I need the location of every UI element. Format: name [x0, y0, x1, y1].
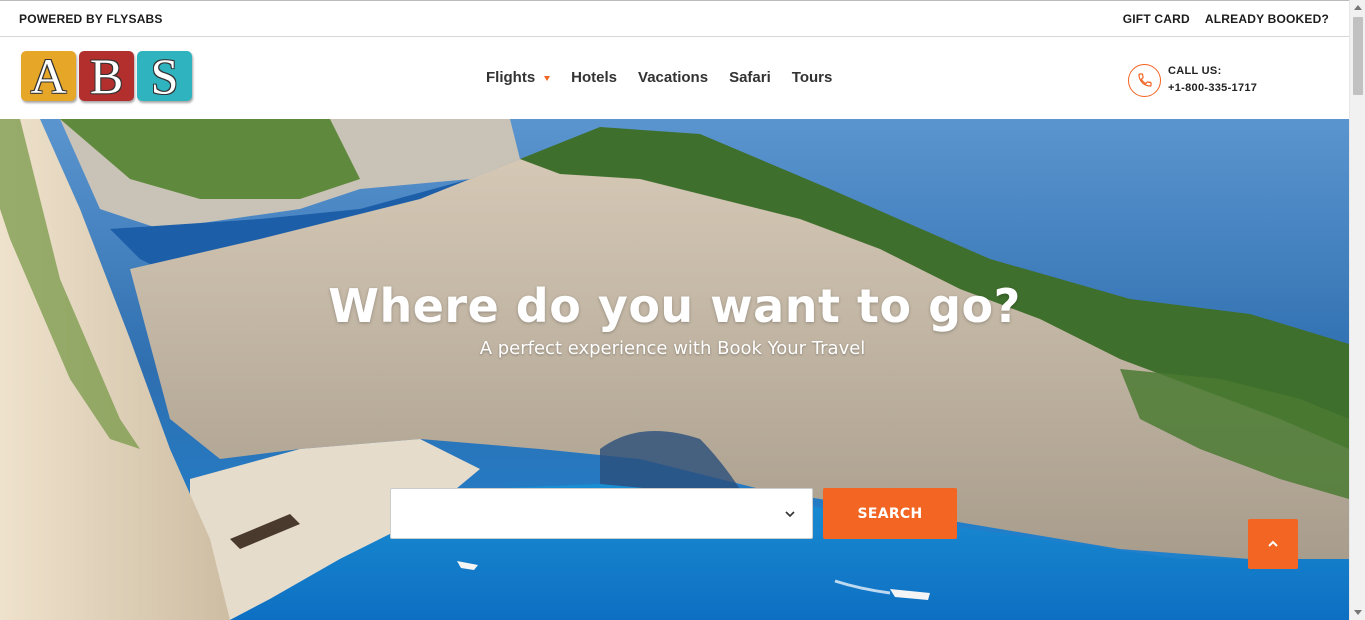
nav-item-label: Tours — [791, 69, 833, 86]
top-links: GIFT CARD ALREADY BOOKED? — [1123, 12, 1329, 26]
hero-subtitle: A perfect experience with Book Your Trav… — [479, 338, 866, 359]
page-scrollbar[interactable] — [1349, 0, 1365, 620]
chevron-down-icon — [785, 511, 795, 518]
nav-item-flights[interactable]: Flights — [486, 69, 551, 86]
already-booked-link[interactable]: ALREADY BOOKED? — [1205, 12, 1329, 26]
call-us-label: CALL US: — [1168, 65, 1222, 77]
logo-letter-b: B — [79, 51, 134, 101]
nav-item-label: Hotels — [571, 69, 618, 86]
hero-title: Where do you want to go? — [328, 279, 1021, 333]
scroll-down-arrow-icon[interactable] — [1354, 610, 1362, 615]
logo-letter-s: S — [137, 51, 192, 101]
scroll-to-top-button[interactable] — [1248, 519, 1298, 569]
hero-background-image — [0, 119, 1349, 620]
nav-item-label: Vacations — [638, 69, 709, 86]
hero-banner: Where do you want to go? A perfect exper… — [0, 119, 1349, 620]
abs-logo[interactable]: A B S — [21, 51, 192, 101]
call-us[interactable]: CALL US: +1-800-335-1717 — [1128, 63, 1257, 97]
logo-letter-a: A — [21, 51, 76, 101]
dropdown-caret-icon — [544, 75, 551, 81]
nav-item-label: Flights — [486, 69, 536, 86]
chevron-up-icon — [1268, 540, 1278, 547]
gift-card-link[interactable]: GIFT CARD — [1123, 12, 1190, 26]
nav-item-tours[interactable]: Tours — [792, 69, 833, 86]
search-button[interactable]: SEARCH — [823, 488, 957, 539]
nav-item-label: Safari — [729, 69, 771, 86]
scroll-up-arrow-icon[interactable] — [1354, 5, 1362, 10]
main-nav: Flights Hotels Vacations Safari Tours — [486, 69, 853, 86]
site-header: A B S Flights Hotels Vacations Safari To… — [0, 37, 1349, 119]
phone-icon — [1128, 63, 1161, 97]
powered-by-label: POWERED BY FLYSABS — [19, 11, 163, 26]
top-utility-bar: POWERED BY FLYSABS GIFT CARD ALREADY BOO… — [0, 0, 1349, 37]
scrollbar-thumb[interactable] — [1353, 17, 1363, 95]
destination-select[interactable] — [390, 488, 813, 539]
nav-item-vacations[interactable]: Vacations — [638, 69, 708, 86]
nav-item-hotels[interactable]: Hotels — [571, 69, 617, 86]
nav-item-safari[interactable]: Safari — [729, 69, 771, 86]
phone-number[interactable]: +1-800-335-1717 — [1168, 80, 1257, 97]
